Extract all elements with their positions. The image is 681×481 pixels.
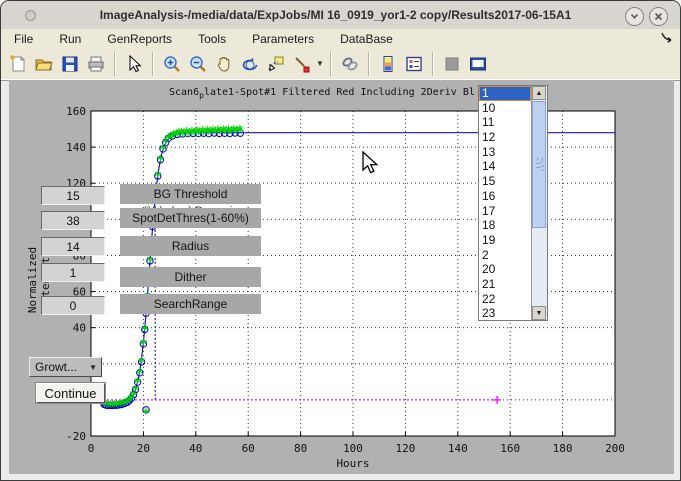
dock-figure-icon: [468, 54, 488, 74]
menu-item-tools[interactable]: Tools: [185, 30, 239, 48]
plot-title-prefix: Scan6: [169, 87, 199, 98]
plot-title-rest: late1-Spot#1 Filtered Red Including 2Der…: [204, 87, 475, 98]
zoom-out-icon: [188, 54, 208, 74]
colorbar-button[interactable]: [376, 52, 400, 76]
listbox-item-18[interactable]: 18: [479, 218, 531, 233]
brush-icon: [292, 54, 312, 74]
listbox-items: 110111213141516171819220212223: [479, 86, 531, 320]
window-title: ImageAnalysis-/media/data/ExpJobs/MI 16_…: [1, 8, 680, 22]
legend-icon: [404, 54, 424, 74]
data-cursor-button[interactable]: [264, 52, 288, 76]
growth-dropdown[interactable]: Growt... ▼: [29, 357, 102, 377]
radius-input[interactable]: [41, 237, 105, 256]
menu-item-file[interactable]: File: [1, 30, 46, 48]
toolbar-separator: [432, 52, 434, 76]
listbox-item-19[interactable]: 19: [479, 233, 531, 248]
zoom-in-icon: [162, 54, 182, 74]
radius-label: Radius: [120, 236, 261, 256]
open-folder-icon: [34, 54, 54, 74]
close-icon: [653, 11, 664, 22]
dock-arrow-glyph: [660, 31, 674, 45]
menu-item-database[interactable]: DataBase: [327, 30, 406, 48]
plot-tools-off-button[interactable]: [440, 52, 464, 76]
listbox-item-17[interactable]: 17: [479, 204, 531, 219]
print-button[interactable]: [84, 52, 108, 76]
open-file-button[interactable]: [32, 52, 56, 76]
dropdown-caret-icon: ▼: [89, 363, 97, 372]
plot-tools-off-icon: [442, 54, 462, 74]
toolbar-separator: [330, 52, 332, 76]
toolbar-separator: [152, 52, 154, 76]
colorbar-icon: [378, 54, 398, 74]
scrollbar-grip: [536, 157, 544, 171]
toolbar: ▼: [1, 48, 680, 80]
listbox-item-22[interactable]: 22: [479, 292, 531, 307]
window-menu-icon[interactable]: [25, 10, 36, 21]
data-cursor-icon: [266, 54, 286, 74]
listbox-item-21[interactable]: 21: [479, 277, 531, 292]
searchrange-input[interactable]: [41, 296, 105, 315]
dither-input[interactable]: [41, 263, 105, 282]
close-button[interactable]: [649, 7, 668, 26]
insert-legend-button[interactable]: [402, 52, 426, 76]
app-window: ImageAnalysis-/media/data/ExpJobs/MI 16_…: [0, 0, 681, 481]
listbox-item-10[interactable]: 10: [479, 101, 531, 116]
listbox-item-13[interactable]: 13: [479, 145, 531, 160]
menu-item-genreports[interactable]: GenReports: [94, 30, 185, 48]
rotate-3d-icon: [240, 54, 260, 74]
menubar: FileRunGenReportsToolsParametersDataBase: [1, 29, 680, 48]
save-button[interactable]: [58, 52, 82, 76]
new-file-button[interactable]: [6, 52, 30, 76]
rotate-3d-button[interactable]: [238, 52, 262, 76]
toolbar-separator: [368, 52, 370, 76]
toolbar-separator: [114, 52, 116, 76]
dither-label: Dither: [120, 267, 261, 287]
scroll-up-button[interactable]: ▲: [532, 86, 546, 100]
new-file-icon: [8, 54, 28, 74]
save-icon: [60, 54, 80, 74]
growth-dropdown-label: Growt...: [35, 360, 77, 374]
scrollbar-thumb[interactable]: [532, 101, 546, 228]
plot-title: Scan6plate1-Spot#1 Filtered Red Includin…: [169, 87, 475, 100]
bg-threshold-label: BG Threshold: [120, 184, 261, 204]
dock-figure-button[interactable]: [466, 52, 490, 76]
link-plots-button[interactable]: [338, 52, 362, 76]
listbox-item-11[interactable]: 11: [479, 115, 531, 130]
brush-dropdown-button[interactable]: ▼: [315, 52, 325, 76]
titlebar[interactable]: ImageAnalysis-/media/data/ExpJobs/MI 16_…: [1, 1, 680, 30]
selection-cursor-button[interactable]: [122, 52, 146, 76]
listbox-item-12[interactable]: 12: [479, 130, 531, 145]
zoom-in-button[interactable]: [160, 52, 184, 76]
chevron-down-icon: [629, 11, 640, 22]
spotdetthres-input[interactable]: [41, 211, 105, 230]
listbox-item-1[interactable]: 1: [479, 86, 531, 101]
continue-button-label: Continue: [44, 386, 96, 401]
bg-threshold-input[interactable]: [41, 186, 105, 205]
listbox-item-23[interactable]: 23: [479, 306, 531, 320]
zoom-out-button[interactable]: [186, 52, 210, 76]
pan-button[interactable]: [212, 52, 236, 76]
scroll-down-button[interactable]: ▼: [532, 306, 546, 320]
arrow-cursor-icon: [124, 54, 144, 74]
listbox-item-16[interactable]: 16: [479, 189, 531, 204]
spot-listbox[interactable]: 110111213141516171819220212223 ▲ ▼: [478, 85, 548, 321]
brush-button[interactable]: [290, 52, 314, 76]
figure-canvas: [9, 80, 674, 474]
link-icon: [340, 54, 360, 74]
listbox-item-20[interactable]: 20: [479, 262, 531, 277]
searchrange-label: SearchRange: [120, 294, 261, 314]
pan-hand-icon: [214, 54, 234, 74]
menu-item-run[interactable]: Run: [46, 30, 94, 48]
listbox-scrollbar[interactable]: ▲ ▼: [531, 86, 547, 320]
listbox-item-2[interactable]: 2: [479, 248, 531, 263]
minimize-button[interactable]: [625, 7, 644, 26]
menu-item-parameters[interactable]: Parameters: [239, 30, 327, 48]
spotdetthres-label: SpotDetThres(1-60%): [120, 208, 261, 228]
print-icon: [86, 54, 106, 74]
continue-button[interactable]: Continue: [36, 383, 105, 403]
x-axis-label: Hours: [323, 457, 383, 470]
listbox-item-14[interactable]: 14: [479, 159, 531, 174]
listbox-item-15[interactable]: 15: [479, 174, 531, 189]
